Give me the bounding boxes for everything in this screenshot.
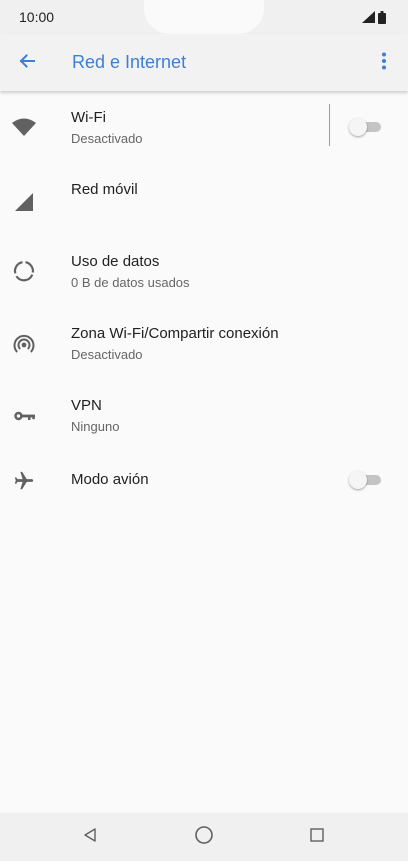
back-triangle-icon (82, 827, 98, 848)
wifi-toggle[interactable] (349, 118, 381, 136)
status-time: 10:00 (19, 9, 55, 25)
more-vert-icon (381, 51, 387, 76)
signal-icon (362, 11, 375, 23)
nav-home-button[interactable] (192, 825, 216, 849)
data-usage-icon (10, 257, 38, 285)
vpn-label: VPN (71, 397, 102, 414)
wifi-icon (10, 113, 38, 141)
airplane-mode-toggle[interactable] (349, 471, 381, 489)
vpn-item[interactable]: VPN Ninguno (0, 380, 408, 452)
mobile-network-label: Red móvil (71, 181, 138, 198)
item-divider (329, 104, 330, 146)
nav-recents-button[interactable] (305, 825, 329, 849)
recents-square-icon (310, 827, 324, 847)
airplane-icon (10, 467, 38, 495)
status-icons (362, 10, 390, 24)
data-usage-item[interactable]: Uso de datos 0 B de datos usados (0, 236, 408, 308)
battery-icon (378, 11, 386, 24)
vpn-key-icon (10, 402, 38, 430)
wifi-summary: Desactivado (71, 131, 143, 146)
hotspot-label: Zona Wi-Fi/Compartir conexión (71, 325, 279, 342)
page-title: Red e Internet (72, 52, 187, 72)
data-usage-summary: 0 B de datos usados (71, 275, 190, 290)
wifi-item[interactable]: Wi-Fi Desactivado (0, 92, 408, 164)
hotspot-item[interactable]: Zona Wi-Fi/Compartir conexión Desactivad… (0, 308, 408, 380)
airplane-mode-label: Modo avión (71, 471, 149, 488)
data-usage-label: Uso de datos (71, 253, 160, 270)
hotspot-icon (10, 330, 38, 358)
wifi-label: Wi-Fi (71, 109, 106, 126)
toggle-thumb (349, 118, 367, 136)
app-bar: Red e Internet (0, 34, 408, 91)
home-circle-icon (194, 825, 214, 850)
hotspot-summary: Desactivado (71, 347, 143, 362)
arrow-left-icon (17, 51, 37, 76)
back-button[interactable] (12, 48, 42, 78)
status-bar: 10:00 (0, 0, 408, 34)
overflow-menu-button[interactable] (372, 49, 396, 77)
system-nav-bar (0, 813, 408, 861)
mobile-network-item[interactable]: Red móvil (0, 164, 408, 236)
vpn-summary: Ninguno (71, 419, 120, 434)
display-notch (144, 0, 264, 34)
nav-back-button[interactable] (78, 825, 102, 849)
airplane-mode-item[interactable]: Modo avión (0, 452, 408, 524)
signal-cellular-icon (10, 188, 38, 216)
toggle-thumb (349, 471, 367, 489)
